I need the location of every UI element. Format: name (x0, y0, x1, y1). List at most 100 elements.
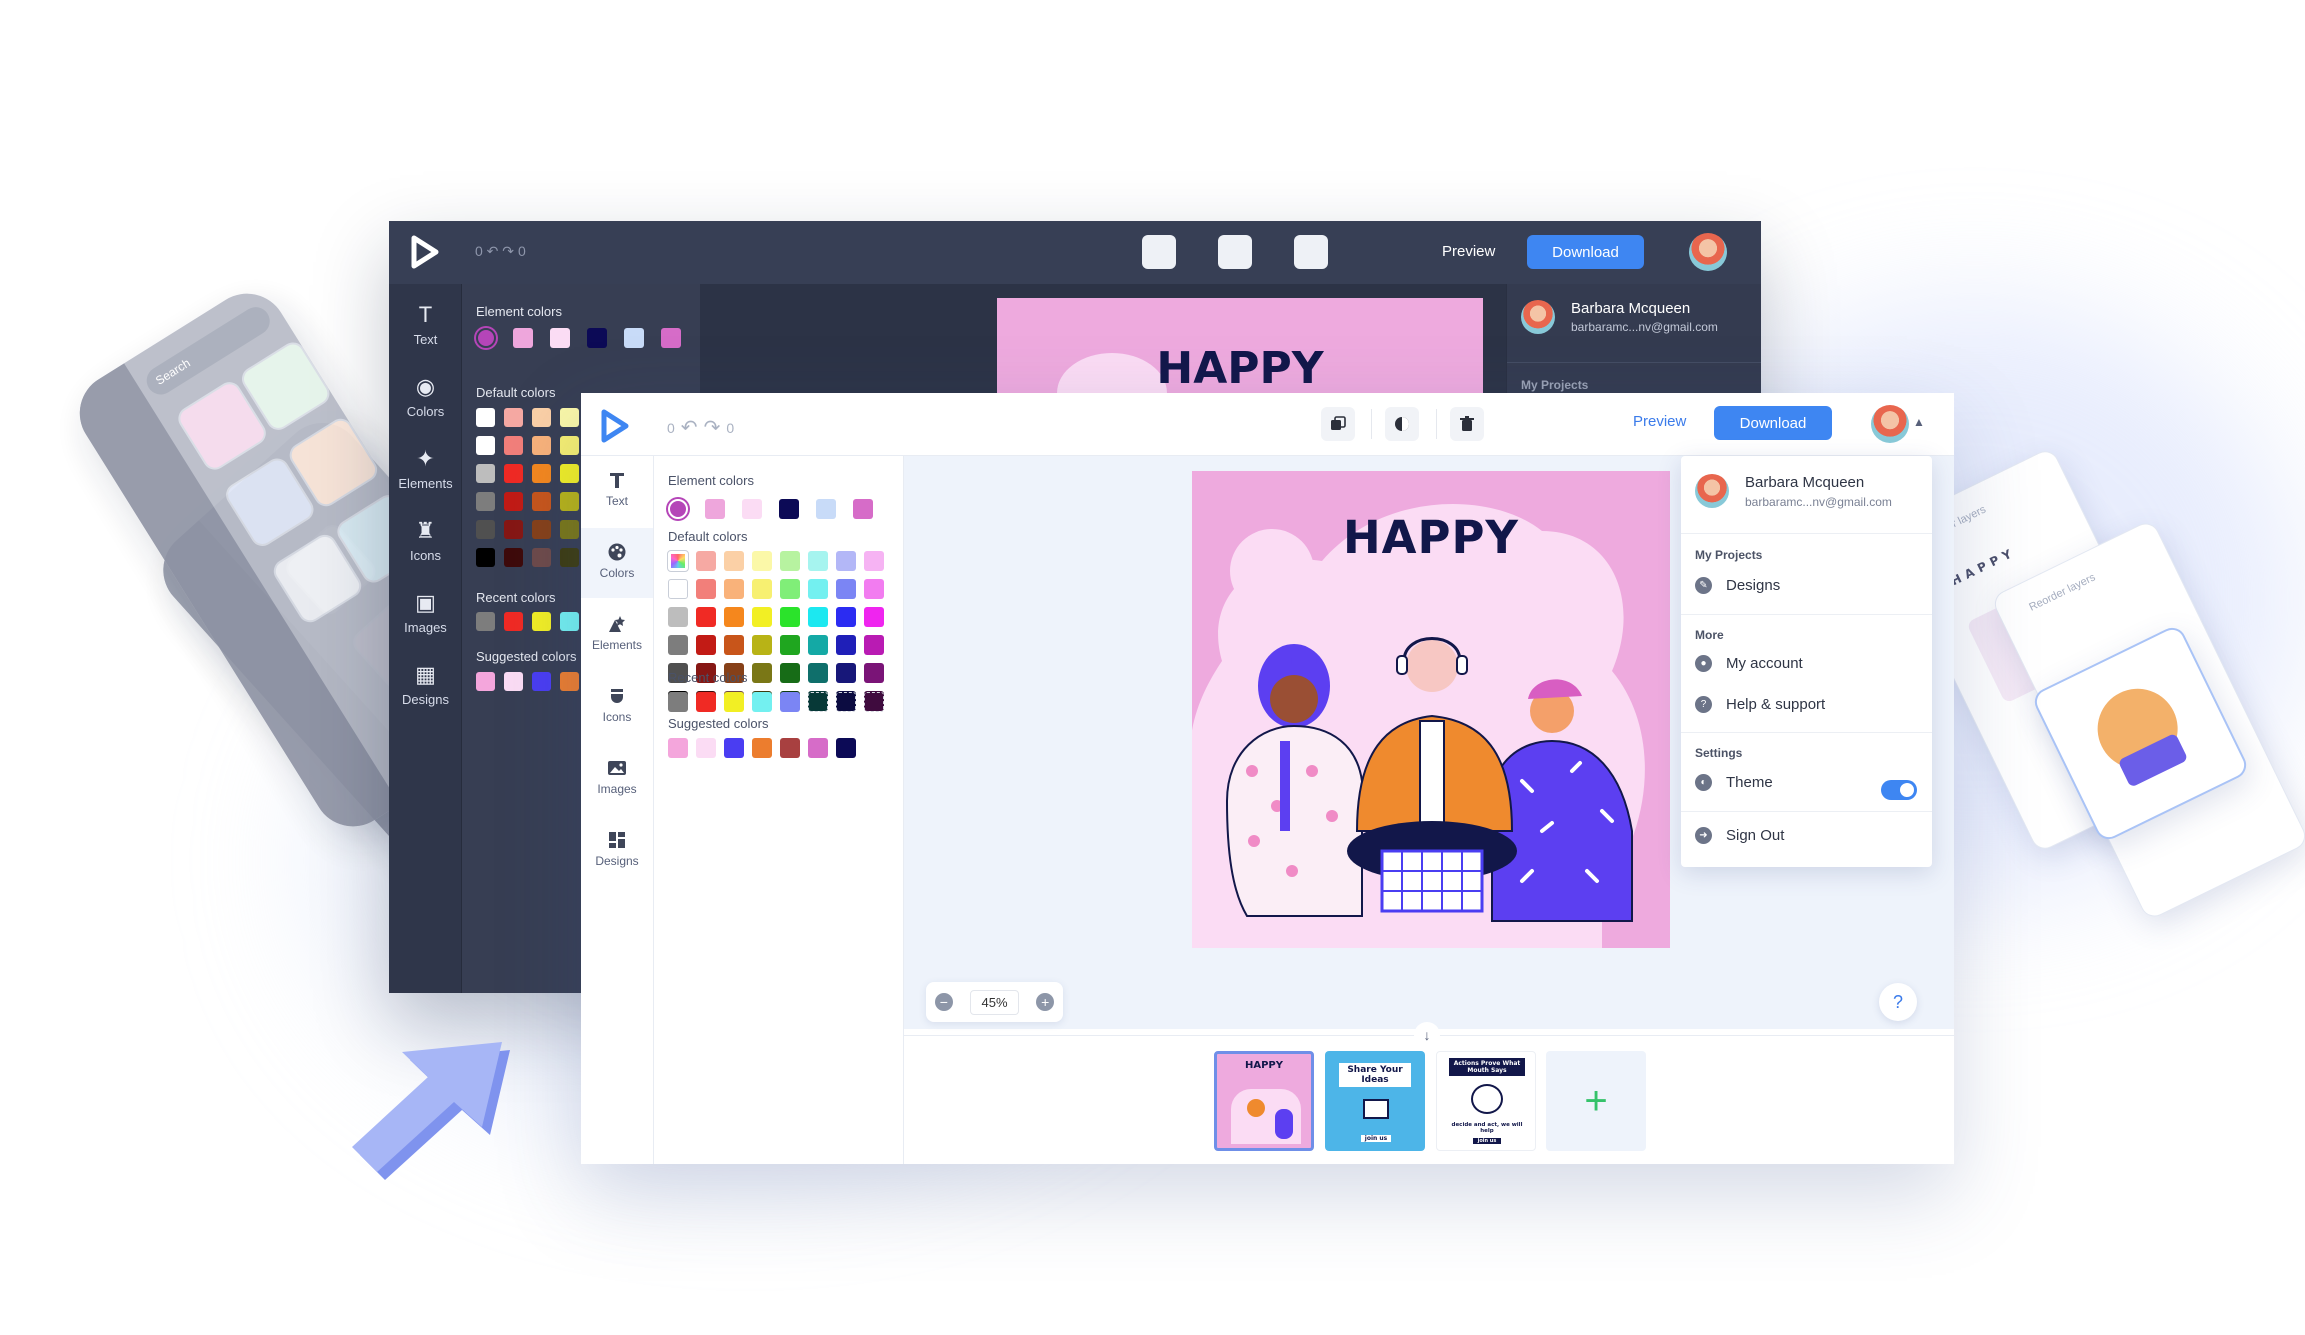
dark-default-color-swatch[interactable] (560, 520, 579, 539)
dark-suggested-color-swatch[interactable] (532, 672, 551, 691)
dark-preview-link[interactable]: Preview (1442, 243, 1495, 260)
default-color-swatch[interactable] (808, 607, 828, 627)
dark-suggested-color-swatch[interactable] (504, 672, 523, 691)
menu-item-designs[interactable]: ✎ Designs (1695, 577, 1780, 594)
zoom-out-icon[interactable]: − (934, 993, 953, 1011)
dark-default-color-swatch[interactable] (504, 520, 523, 539)
suggested-color-swatch[interactable] (752, 738, 772, 758)
default-color-swatch[interactable] (724, 635, 744, 655)
dark-suggested-color-swatch[interactable] (476, 672, 495, 691)
add-page-button[interactable]: + (1546, 1051, 1646, 1151)
dark-download-button[interactable]: Download (1527, 235, 1644, 269)
dark-default-color-swatch[interactable] (560, 464, 579, 483)
element-color-swatch[interactable] (779, 499, 799, 519)
default-color-swatch[interactable] (780, 663, 800, 683)
default-color-swatch[interactable] (864, 635, 884, 655)
default-color-swatch[interactable] (724, 579, 744, 599)
user-avatar[interactable] (1871, 405, 1909, 443)
default-color-swatch[interactable] (668, 607, 688, 627)
default-color-swatch[interactable] (752, 579, 772, 599)
suggested-color-swatch[interactable] (668, 738, 688, 758)
page-thumbnail-3[interactable]: Actions Prove What Mouth Says decide and… (1436, 1051, 1536, 1151)
dark-default-color-swatch[interactable] (532, 492, 551, 511)
menu-item-help[interactable]: ? Help & support (1695, 696, 1825, 713)
dark-default-color-swatch[interactable] (532, 548, 551, 567)
color-style-button[interactable] (1385, 407, 1419, 441)
chevron-up-icon[interactable]: ▲ (1913, 415, 1925, 429)
sidebar-item-designs[interactable]: Designs (581, 816, 653, 886)
recent-color-swatch[interactable] (696, 692, 716, 712)
page-thumbnail-2[interactable]: Share Your Ideas join us (1325, 1051, 1425, 1151)
sidebar-item-elements[interactable]: Elements (581, 600, 653, 670)
menu-item-sign-out[interactable]: ➜ Sign Out (1695, 827, 1784, 844)
dark-default-color-swatch[interactable] (504, 464, 523, 483)
default-color-swatch[interactable] (780, 579, 800, 599)
dark-default-color-swatch[interactable] (476, 548, 495, 567)
default-color-swatch[interactable] (752, 551, 772, 571)
suggested-color-swatch[interactable] (808, 738, 828, 758)
default-color-swatch[interactable] (836, 579, 856, 599)
default-color-swatch[interactable] (836, 551, 856, 571)
dark-element-color-swatch[interactable] (513, 328, 533, 348)
dark-layers-button[interactable] (1142, 235, 1176, 269)
dark-element-color-swatch[interactable] (476, 328, 496, 348)
default-color-swatch[interactable] (780, 635, 800, 655)
help-button[interactable]: ? (1879, 983, 1917, 1021)
dark-default-color-swatch[interactable] (532, 408, 551, 427)
default-color-swatch[interactable] (808, 579, 828, 599)
dark-element-color-swatch[interactable] (624, 328, 644, 348)
default-color-swatch[interactable] (808, 635, 828, 655)
suggested-color-swatch[interactable] (696, 738, 716, 758)
dark-default-color-swatch[interactable] (476, 436, 495, 455)
dark-default-color-swatch[interactable] (560, 436, 579, 455)
default-color-swatch[interactable] (752, 635, 772, 655)
suggested-color-swatch[interactable] (780, 738, 800, 758)
default-color-swatch[interactable] (696, 635, 716, 655)
dark-happy-title[interactable]: HAPPY (997, 343, 1483, 394)
dark-suggested-color-swatch[interactable] (560, 672, 579, 691)
suggested-color-swatch[interactable] (836, 738, 856, 758)
layers-button[interactable] (1321, 407, 1355, 441)
dark-delete-button[interactable] (1294, 235, 1328, 269)
dark-recent-color-swatch[interactable] (476, 612, 495, 631)
default-color-swatch[interactable] (864, 551, 884, 571)
app-logo-icon[interactable] (601, 409, 629, 443)
collapse-strip-icon[interactable]: ↓ (1414, 1022, 1440, 1048)
dark-default-color-swatch[interactable] (560, 492, 579, 511)
default-color-swatch[interactable] (864, 607, 884, 627)
dark-default-color-swatch[interactable] (504, 548, 523, 567)
default-color-swatch[interactable] (696, 579, 716, 599)
default-color-swatch[interactable] (724, 551, 744, 571)
element-color-swatch[interactable] (816, 499, 836, 519)
dark-sidebar-icons[interactable]: ♜ Icons (389, 508, 462, 578)
dark-default-color-swatch[interactable] (476, 492, 495, 511)
zoom-in-icon[interactable]: + (1036, 993, 1055, 1011)
default-color-swatch[interactable] (836, 663, 856, 683)
default-color-swatch[interactable] (752, 607, 772, 627)
sidebar-item-colors[interactable]: Colors (581, 528, 653, 598)
dark-default-color-swatch[interactable] (476, 464, 495, 483)
recent-color-swatch[interactable] (724, 692, 744, 712)
people-illustration[interactable] (1192, 471, 1670, 948)
dark-default-color-swatch[interactable] (504, 492, 523, 511)
dark-sidebar-elements[interactable]: ✦ Elements (389, 436, 462, 506)
zoom-value[interactable]: 45% (970, 989, 1019, 1015)
dark-recent-color-swatch[interactable] (532, 612, 551, 631)
artboard[interactable]: HAPPY (1192, 471, 1670, 948)
undo-icon[interactable]: ↶ (681, 415, 698, 440)
default-color-swatch[interactable] (808, 663, 828, 683)
sidebar-item-text[interactable]: Text (581, 456, 653, 526)
default-color-swatch[interactable] (752, 663, 772, 683)
default-color-swatch[interactable] (724, 607, 744, 627)
default-color-swatch[interactable] (836, 635, 856, 655)
dark-default-color-swatch[interactable] (532, 520, 551, 539)
element-color-swatch[interactable] (742, 499, 762, 519)
redo-icon[interactable]: ↷ (704, 415, 721, 440)
dark-default-color-swatch[interactable] (476, 520, 495, 539)
dark-default-color-swatch[interactable] (504, 408, 523, 427)
menu-item-my-account[interactable]: ● My account (1695, 655, 1803, 672)
default-color-swatch[interactable] (668, 579, 688, 599)
default-color-swatch[interactable] (696, 551, 716, 571)
default-color-swatch[interactable] (808, 551, 828, 571)
default-color-swatch[interactable] (864, 579, 884, 599)
